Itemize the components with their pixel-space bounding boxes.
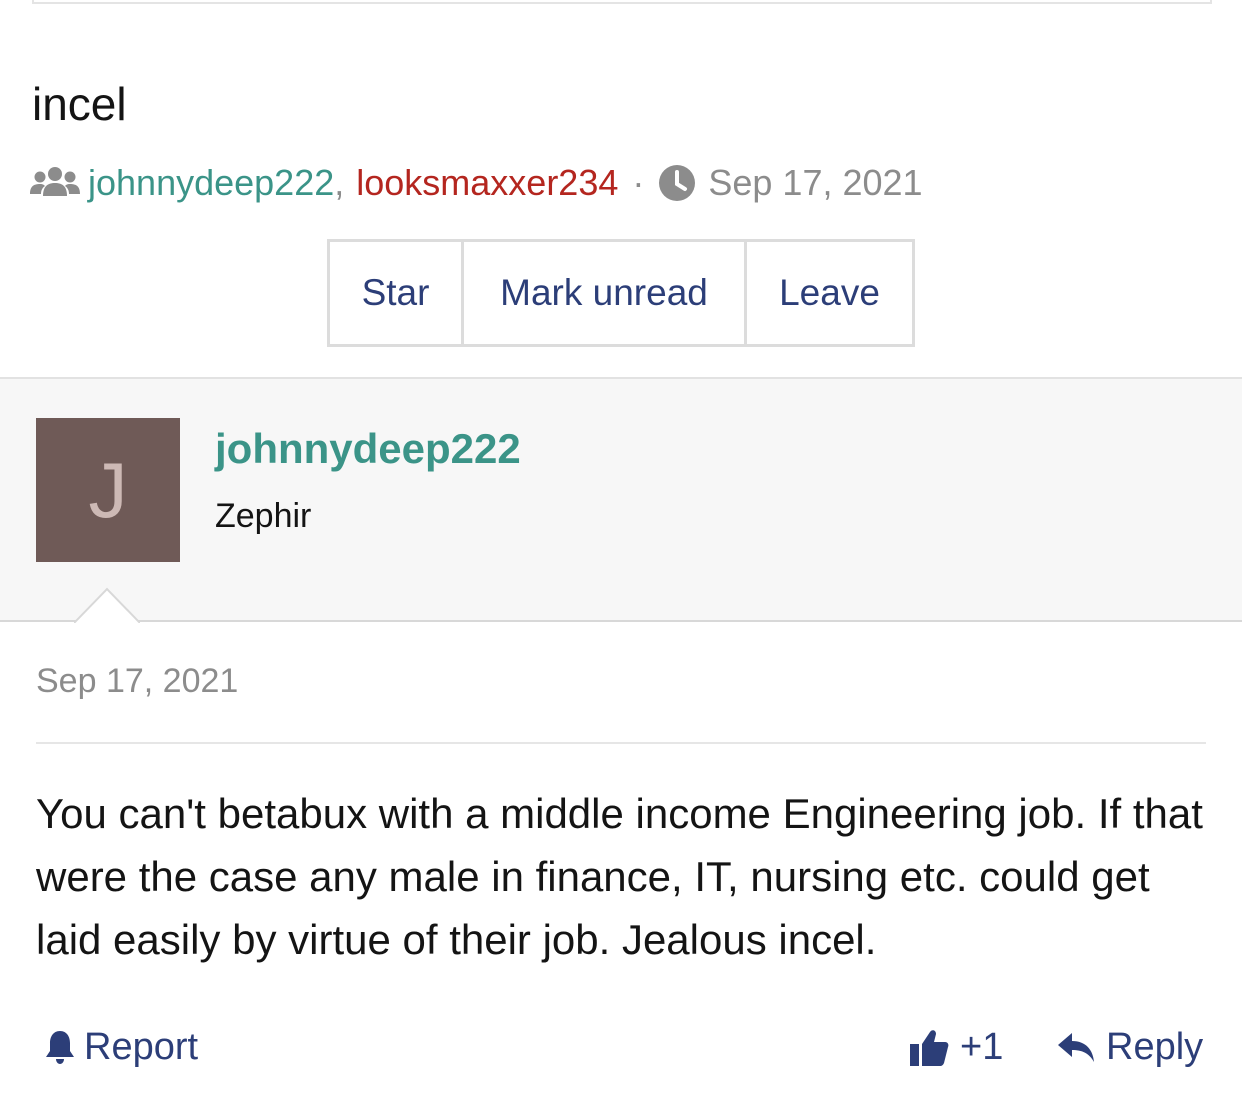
thumbs-up-icon [910,1030,949,1066]
message-date[interactable]: Sep 17, 2021 [36,662,238,701]
clock-icon [659,165,696,201]
users-icon [30,167,80,196]
message-author[interactable]: johnnydeep222 [215,425,521,473]
star-button[interactable]: Star [330,242,464,344]
meta-separator: · [632,162,645,203]
reply-icon [1058,1033,1094,1062]
report-label: Report [84,1025,199,1068]
message-user-header: J johnnydeep222 Zephir [0,377,1242,623]
like-button[interactable]: +1 [908,1022,1003,1072]
avatar[interactable]: J [36,418,180,562]
conversation-date: Sep 17, 2021 [708,162,923,203]
divider [36,742,1206,744]
conversation-meta: johnnydeep222 , looksmaxxer234 · Sep 17,… [30,160,923,206]
conversation-actions: Star Mark unread Leave [327,239,915,347]
reply-button[interactable]: Reply [1056,1022,1203,1072]
like-count: +1 [960,1025,1004,1068]
user-title: Zephir [215,497,312,535]
reply-label: Reply [1106,1025,1204,1068]
conversation-title: incel [32,78,127,130]
bell-icon [46,1031,74,1064]
top-panel-border [32,0,1212,4]
participant-link-2[interactable]: looksmaxxer234 [356,162,618,204]
leave-button[interactable]: Leave [747,242,912,344]
participant-separator: , [334,162,345,203]
message-body: You can't betabux with a middle income E… [36,790,1203,963]
mark-unread-button[interactable]: Mark unread [464,242,747,344]
report-button[interactable]: Report [44,1022,198,1072]
participant-link-1[interactable]: johnnydeep222 [88,162,334,204]
header-pointer-arrow [74,587,140,623]
